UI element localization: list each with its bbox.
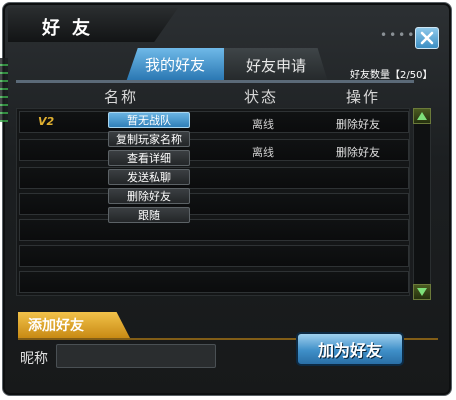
arrow-down-icon (417, 288, 427, 296)
menu-item-follow[interactable]: 跟随 (108, 207, 190, 223)
close-button[interactable] (415, 27, 439, 49)
empty-row (19, 193, 409, 215)
more-dots-icon: •••• (380, 28, 417, 42)
friend-status: 离线 (252, 118, 274, 131)
nickname-label: 昵称 (20, 351, 48, 367)
side-decoration (0, 58, 8, 122)
scroll-up-button[interactable] (413, 108, 431, 124)
menu-item-view-details[interactable]: 查看详细 (108, 150, 190, 166)
menu-item-delete-friend[interactable]: 删除好友 (108, 188, 190, 204)
add-friend-button[interactable]: 加为好友 (296, 332, 404, 366)
add-friend-section-label: 添加好友 (18, 312, 130, 338)
column-header-status: 状态 (244, 88, 279, 106)
friend-row[interactable]: V2 离线 删除好友 (19, 111, 409, 133)
menu-item-copy-name[interactable]: 复制玩家名称 (108, 131, 190, 147)
close-icon (420, 31, 434, 45)
context-menu: 暂无战队 复制玩家名称 查看详细 发送私聊 删除好友 跟随 (108, 112, 190, 226)
arrow-up-icon (417, 112, 427, 120)
empty-row (19, 271, 409, 293)
empty-row (19, 219, 409, 241)
vip-level: V2 (38, 115, 55, 128)
friend-list: V2 离线 删除好友 离线 删除好友 (16, 108, 410, 296)
friend-row[interactable]: 离线 删除好友 (19, 139, 409, 161)
scroll-down-button[interactable] (413, 284, 431, 300)
delete-friend-link[interactable]: 删除好友 (336, 144, 380, 160)
column-header-name: 名称 (104, 88, 139, 106)
friend-count: 好友数量【2/50】 (350, 70, 433, 81)
friend-status: 离线 (252, 146, 274, 159)
menu-item-send-message[interactable]: 发送私聊 (108, 169, 190, 185)
menu-item-no-team[interactable]: 暂无战队 (108, 112, 190, 128)
delete-friend-link[interactable]: 删除好友 (336, 116, 380, 132)
tab-friend-requests[interactable]: 好友申请 (224, 48, 328, 82)
nickname-input[interactable] (56, 344, 216, 368)
tab-my-friends[interactable]: 我的好友 (126, 48, 224, 82)
window-title: 好友 (42, 18, 102, 39)
empty-row (19, 245, 409, 267)
list-scrollbar[interactable] (413, 108, 431, 300)
column-header-action: 操作 (346, 88, 381, 106)
empty-row (19, 167, 409, 189)
